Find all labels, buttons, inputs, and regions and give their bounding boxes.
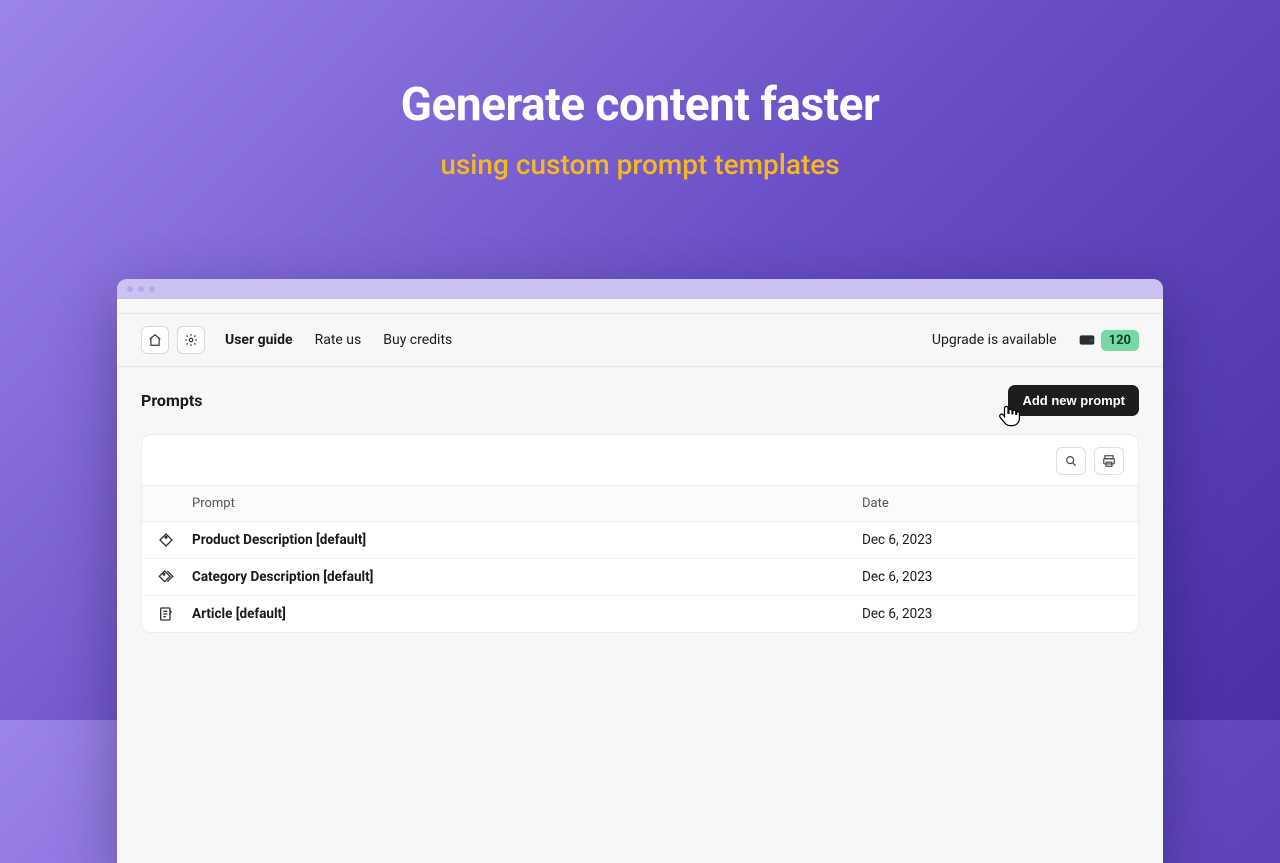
col-date: Date (862, 496, 1122, 511)
row-date: Dec 6, 2023 (862, 532, 1122, 548)
table-row[interactable]: Article [default]Dec 6, 2023 (142, 596, 1138, 632)
print-button[interactable] (1094, 447, 1124, 475)
hero-title: Generate content faster (0, 78, 1280, 132)
page-title: Prompts (141, 391, 202, 410)
app-window: User guide Rate us Buy credits Upgrade i… (117, 279, 1163, 863)
credits-count: 120 (1101, 330, 1139, 351)
nav-buy-credits[interactable]: Buy credits (383, 332, 452, 348)
table-row[interactable]: Category Description [default]Dec 6, 202… (142, 559, 1138, 596)
traffic-max-icon[interactable] (149, 286, 155, 292)
nav-rate-us[interactable]: Rate us (315, 332, 362, 348)
row-name: Category Description [default] (192, 569, 862, 585)
credits-display: 120 (1079, 330, 1139, 351)
hero-subtitle: using custom prompt templates (0, 148, 1280, 181)
table-header: Prompt Date (142, 485, 1138, 522)
add-button-label: Add new prompt (1022, 393, 1125, 408)
row-date: Dec 6, 2023 (862, 606, 1122, 622)
col-prompt: Prompt (192, 496, 862, 511)
print-icon (1102, 454, 1116, 468)
row-type-icon (158, 569, 192, 585)
prompts-card: Prompt Date Product Description [default… (141, 434, 1139, 633)
search-button[interactable] (1056, 447, 1086, 475)
wallet-icon (1079, 333, 1095, 347)
table-row[interactable]: Product Description [default]Dec 6, 2023 (142, 522, 1138, 559)
settings-button[interactable] (177, 326, 205, 354)
add-new-prompt-button[interactable]: Add new prompt (1008, 385, 1139, 416)
traffic-close-icon[interactable] (127, 286, 133, 292)
window-titlebar (117, 279, 1163, 299)
search-icon (1064, 454, 1078, 468)
row-type-icon (158, 606, 192, 622)
traffic-min-icon[interactable] (138, 286, 144, 292)
gear-icon (184, 333, 198, 347)
row-name: Product Description [default] (192, 532, 862, 548)
home-button[interactable] (141, 326, 169, 354)
cursor-hand-icon (994, 402, 1022, 430)
row-date: Dec 6, 2023 (862, 569, 1122, 585)
row-type-icon (158, 532, 192, 548)
upgrade-notice[interactable]: Upgrade is available (932, 332, 1057, 348)
nav-user-guide[interactable]: User guide (225, 332, 293, 348)
top-toolbar: User guide Rate us Buy credits Upgrade i… (117, 313, 1163, 367)
home-icon (148, 333, 162, 347)
row-name: Article [default] (192, 606, 862, 622)
